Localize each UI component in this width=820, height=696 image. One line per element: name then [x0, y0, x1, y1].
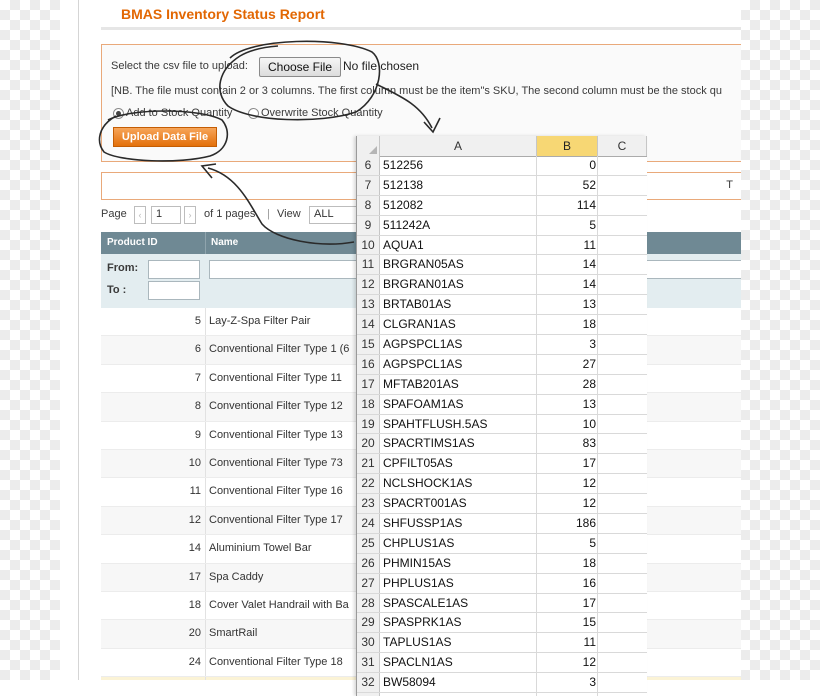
scribble-circle-upload-button: [98, 110, 229, 162]
scribble-arrow-to-upload: [200, 163, 355, 245]
hand-drawn-annotations: [98, 40, 441, 245]
scribble-circle-choose-file: [219, 40, 381, 121]
scribble-arrow-to-sheet: [375, 83, 441, 134]
